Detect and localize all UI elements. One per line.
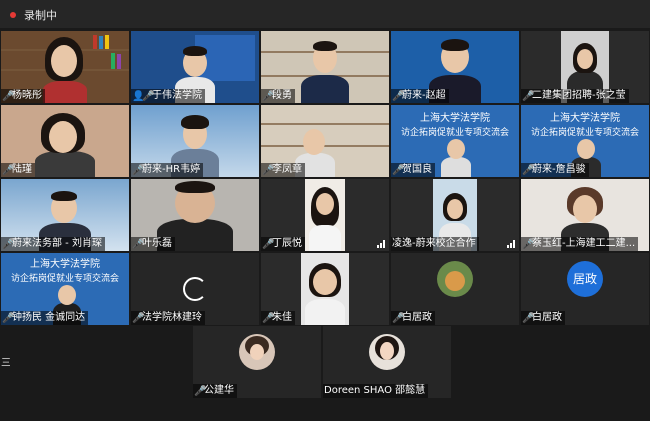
tile-label: 🎤陆瑾 bbox=[1, 163, 35, 177]
banner-subtitle: 访企拓岗促就业专项交流会 bbox=[530, 128, 639, 138]
loading-spinner-icon bbox=[183, 277, 207, 301]
video-tile-20[interactable]: 🎤公建华 bbox=[193, 326, 321, 398]
tile-label: 👤🎤于伟法学院 bbox=[131, 89, 205, 103]
tile-label: 🎤蔚来-詹昌骏 bbox=[521, 163, 589, 177]
tile-label: 🎤叶乐磊 bbox=[131, 237, 175, 251]
avatar bbox=[437, 261, 473, 297]
video-tile-9[interactable]: 上海大学法学院 访企拓岗促就业专项交流会 🎤蔚来-詹昌骏 bbox=[521, 105, 649, 177]
video-tile-14[interactable]: 🎤蔡玉红-上海建工二建... bbox=[521, 179, 649, 251]
tile-label: 🎤二建集团招聘-张之莹 bbox=[521, 89, 629, 103]
tile-label: 凌逸-蔚来校企合作 bbox=[391, 237, 479, 251]
video-tile-0[interactable]: 🎤杨晓彤 bbox=[1, 31, 129, 103]
tile-label: 🎤蔚来法务部 - 刘肖琛 bbox=[1, 237, 105, 251]
video-tile-4[interactable]: 🎤二建集团招聘-张之莹 bbox=[521, 31, 649, 103]
mic-muted-icon: 🎤 bbox=[2, 165, 15, 176]
mic-muted-icon: 🎤 bbox=[392, 165, 405, 176]
recording-status: 录制中 bbox=[24, 9, 57, 22]
mic-muted-icon: 🎤 bbox=[262, 239, 275, 250]
mic-muted-icon: 🎤 bbox=[392, 313, 405, 324]
tile-label: 🎤杨晓彤 bbox=[1, 89, 45, 103]
video-tile-3[interactable]: 🎤蔚来-赵超 bbox=[391, 31, 519, 103]
banner-subtitle: 访企拓岗促就业专项交流会 bbox=[10, 274, 119, 284]
video-tile-12[interactable]: 🎤丁辰悦 bbox=[261, 179, 389, 251]
mic-muted-icon: 🎤 bbox=[2, 239, 15, 250]
banner-title: 上海大学法学院 bbox=[30, 259, 100, 270]
tile-label: Doreen SHAO 邵懿慧 bbox=[323, 384, 429, 398]
mic-muted-icon: 🎤 bbox=[2, 313, 15, 324]
video-tile-7[interactable]: 🎤李凤章 bbox=[261, 105, 389, 177]
video-tile-10[interactable]: 🎤蔚来法务部 - 刘肖琛 bbox=[1, 179, 129, 251]
top-bar: 录制中 bbox=[0, 0, 650, 28]
video-tile-15[interactable]: 上海大学法学院 访企拓岗促就业专项交流会 🎤钟扬民 金诚同达 bbox=[1, 253, 129, 325]
tile-label: 🎤蔚来-赵超 bbox=[391, 89, 449, 103]
banner-title: 上海大学法学院 bbox=[550, 113, 620, 124]
video-tile-6[interactable]: 🎤蔚来-HR韦婷 bbox=[131, 105, 259, 177]
tile-label: 🎤李凤章 bbox=[261, 163, 305, 177]
mic-icon: 🎤 bbox=[142, 91, 155, 102]
mic-muted-icon: 🎤 bbox=[522, 165, 535, 176]
avatar bbox=[369, 334, 405, 370]
video-tile-16[interactable]: 🎤法学院林建玲 bbox=[131, 253, 259, 325]
left-edge-tile: 三 bbox=[0, 326, 10, 398]
mic-muted-icon: 🎤 bbox=[132, 239, 145, 250]
user-icon: 👤 bbox=[132, 91, 145, 102]
mic-muted-icon: 🎤 bbox=[522, 91, 535, 102]
mic-muted-icon: 🎤 bbox=[522, 239, 535, 250]
avatar bbox=[239, 334, 275, 370]
video-tile-18[interactable]: 🎤白居政 bbox=[391, 253, 519, 325]
tile-label: 🎤蔚来-HR韦婷 bbox=[131, 163, 204, 177]
left-edge-text: 三 bbox=[1, 358, 10, 369]
video-tile-11[interactable]: 🎤叶乐磊 bbox=[131, 179, 259, 251]
video-tile-21[interactable]: Doreen SHAO 邵懿慧 bbox=[323, 326, 451, 398]
video-tile-19[interactable]: 居政 🎤白居政 bbox=[521, 253, 649, 325]
video-tile-8[interactable]: 上海大学法学院 访企拓岗促就业专项交流会 🎤贺国良 bbox=[391, 105, 519, 177]
tile-label: 🎤钟扬民 金诚同达 bbox=[1, 311, 89, 325]
video-tile-5[interactable]: 🎤陆瑾 bbox=[1, 105, 129, 177]
recording-dot-icon bbox=[10, 12, 16, 18]
tile-label: 🎤法学院林建玲 bbox=[131, 311, 205, 325]
mic-muted-icon: 🎤 bbox=[522, 313, 535, 324]
mic-muted-icon: 🎤 bbox=[2, 91, 15, 102]
signal-bars-icon bbox=[377, 240, 385, 248]
tile-label: 🎤公建华 bbox=[193, 384, 237, 398]
signal-bars-icon bbox=[507, 240, 515, 248]
mic-muted-icon: 🎤 bbox=[132, 313, 145, 324]
video-tile-13[interactable]: 凌逸-蔚来校企合作 bbox=[391, 179, 519, 251]
banner-title: 上海大学法学院 bbox=[420, 113, 490, 124]
mic-muted-icon: 🎤 bbox=[132, 165, 145, 176]
video-grid: 🎤杨晓彤 👤🎤于伟法学院 🎤段勇 🎤蔚来-赵超 🎤二建集团招聘-张之莹 🎤陆瑾 … bbox=[0, 30, 650, 326]
video-tile-17[interactable]: 🎤朱佳 bbox=[261, 253, 389, 325]
tile-label: 🎤朱佳 bbox=[261, 311, 295, 325]
avatar: 居政 bbox=[567, 261, 603, 297]
tile-label: 🎤段勇 bbox=[261, 89, 295, 103]
mic-muted-icon: 🎤 bbox=[262, 91, 275, 102]
mic-muted-icon: 🎤 bbox=[392, 91, 405, 102]
banner-subtitle: 访企拓岗促就业专项交流会 bbox=[400, 128, 509, 138]
mic-muted-icon: 🎤 bbox=[262, 313, 275, 324]
tile-label: 🎤白居政 bbox=[521, 311, 565, 325]
tile-label: 🎤白居政 bbox=[391, 311, 435, 325]
mic-muted-icon: 🎤 bbox=[194, 386, 207, 397]
tile-label: 🎤贺国良 bbox=[391, 163, 435, 177]
video-tile-2[interactable]: 🎤段勇 bbox=[261, 31, 389, 103]
tile-label: 🎤蔡玉红-上海建工二建... bbox=[521, 237, 639, 251]
video-tile-1-active-speaker[interactable]: 👤🎤于伟法学院 bbox=[131, 31, 259, 103]
tile-label: 🎤丁辰悦 bbox=[261, 237, 305, 251]
mic-muted-icon: 🎤 bbox=[262, 165, 275, 176]
